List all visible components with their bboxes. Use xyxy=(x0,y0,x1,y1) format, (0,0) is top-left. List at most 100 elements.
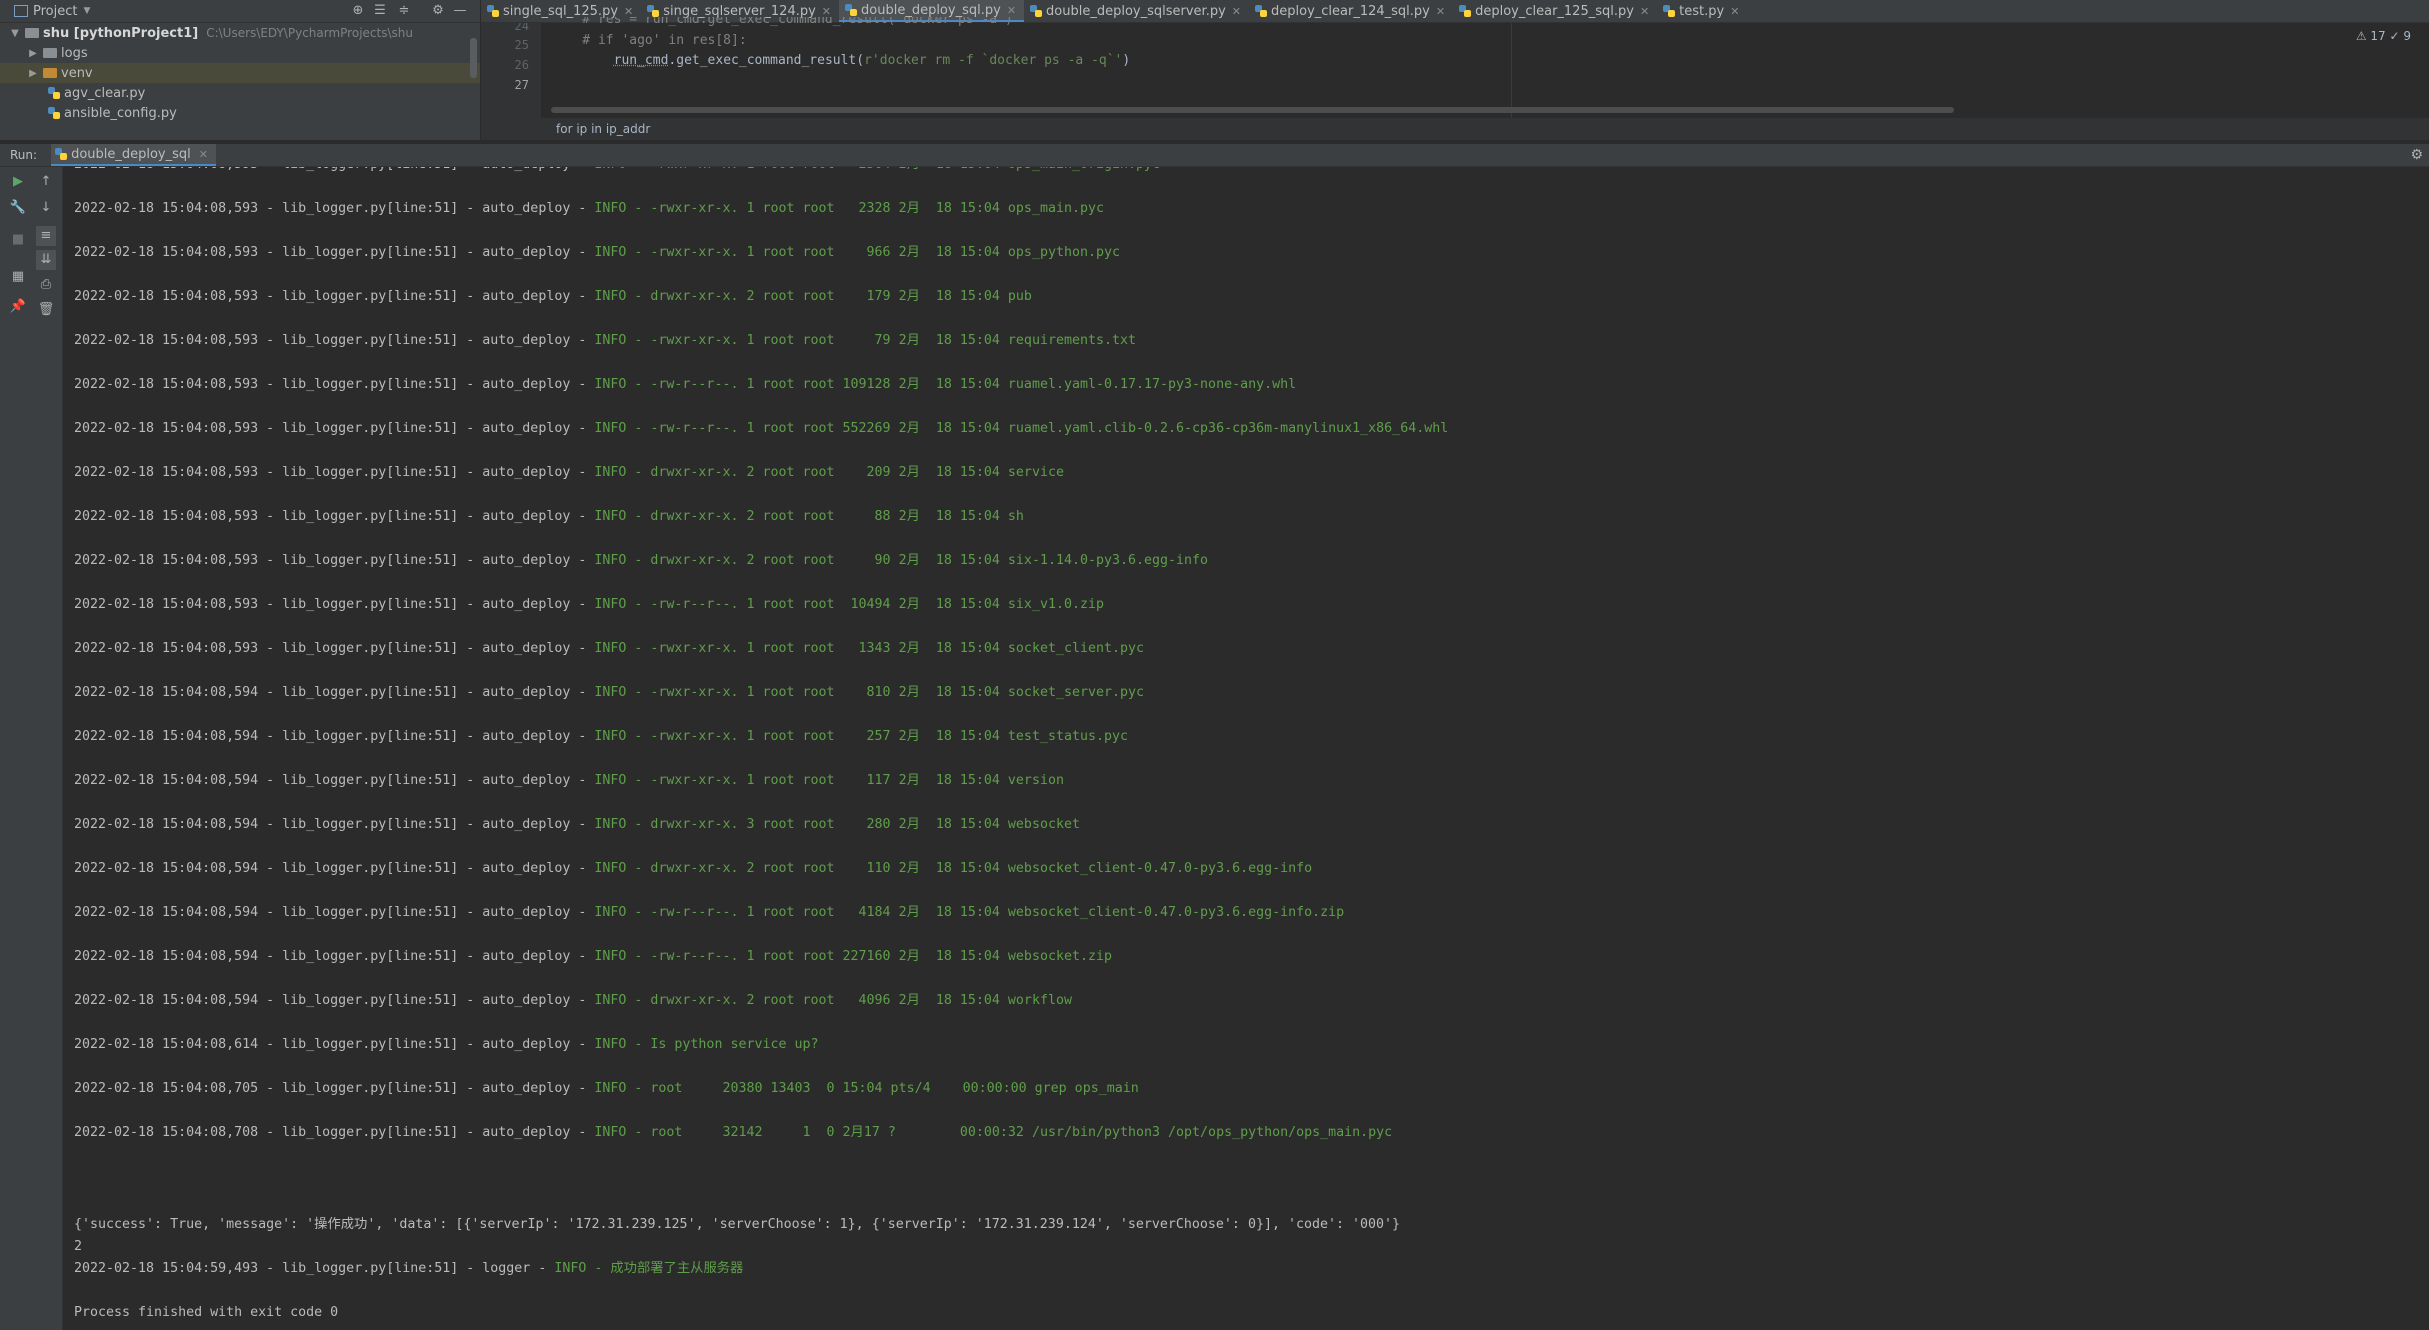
log-timestamp: 2022-02-18 15:04:08,593 xyxy=(74,421,259,436)
close-icon[interactable]: ✕ xyxy=(822,5,831,18)
log-source: - lib_logger.py[line:51] - auto_deploy - xyxy=(258,201,595,216)
log-line: 2022-02-18 15:04:08,593 - lib_logger.py[… xyxy=(74,552,1208,570)
trash-icon[interactable]: 🗑 xyxy=(36,300,56,320)
tree-item-logs[interactable]: ▶ logs xyxy=(0,43,480,63)
tab-test[interactable]: test.py ✕ xyxy=(1657,0,1747,22)
scroll-up-icon[interactable]: ↑ xyxy=(36,172,56,192)
close-icon[interactable]: ✕ xyxy=(1640,5,1649,18)
log-line: 2022-02-18 15:04:08,593 - lib_logger.py[… xyxy=(74,420,1448,438)
log-timestamp: 2022-02-18 15:04:08,593 xyxy=(74,465,259,480)
tree-item-file[interactable]: agv_clear.py xyxy=(0,83,480,103)
tab-deploy-clear-125-sql[interactable]: deploy_clear_125_sql.py ✕ xyxy=(1453,0,1657,22)
log-line: 2022-02-18 15:04:08,593 - lib_logger.py[… xyxy=(74,167,1160,174)
log-line: 2022-02-18 15:04:08,594 - lib_logger.py[… xyxy=(74,860,1312,878)
code-paren: ) xyxy=(1122,53,1131,68)
run-config-tab[interactable]: double_deploy_sql ✕ xyxy=(51,144,216,166)
tree-item-venv[interactable]: ▶ venv xyxy=(0,63,480,83)
log-message: INFO - drwxr-xr-x. 3 root root 280 2月 18… xyxy=(594,817,1080,832)
log-message: INFO - drwxr-xr-x. 2 root root 209 2月 18… xyxy=(594,465,1064,480)
python-file-icon xyxy=(48,87,60,99)
log-timestamp: 2022-02-18 15:04:08,594 xyxy=(74,905,259,920)
log-message: INFO - -rwxr-xr-x. 1 root root 2504 2月 1… xyxy=(594,167,1160,172)
breadcrumb[interactable]: for ip in ip_addr xyxy=(481,118,2429,140)
run-toolbar: ▶ ↑ 🔧 ↓ ■ ≡ ⇊ ▦ ⎙ 📌 🗑 xyxy=(0,167,63,1330)
line-number: 26 xyxy=(514,58,529,72)
print-icon[interactable]: ⎙ xyxy=(36,275,56,295)
tab-label: test.py xyxy=(1679,3,1725,19)
python-file-icon xyxy=(845,4,858,16)
log-line: 2022-02-18 15:04:08,593 - lib_logger.py[… xyxy=(74,200,1104,218)
project-header: Project ▼ ⊕ ☰ ≑ ⚙ — xyxy=(0,0,480,23)
close-icon[interactable]: ✕ xyxy=(1007,4,1016,17)
hide-icon[interactable]: — xyxy=(452,3,468,19)
breadcrumb-item[interactable]: for ip in ip_addr xyxy=(481,122,650,136)
soft-wrap-icon[interactable]: ≡ xyxy=(36,226,56,246)
inspection-widget[interactable]: ⚠ 17 ✓ 9 xyxy=(2356,29,2411,43)
gear-icon[interactable]: ⚙ xyxy=(430,3,446,19)
close-icon[interactable]: ✕ xyxy=(624,5,633,18)
python-file-icon xyxy=(1459,5,1472,17)
layout-icon[interactable]: ▦ xyxy=(8,267,28,287)
close-icon[interactable]: ✕ xyxy=(1436,5,1445,18)
log-source: - lib_logger.py[line:51] - auto_deploy - xyxy=(258,1125,595,1140)
chevron-right-icon[interactable]: ▶ xyxy=(26,68,40,79)
line-gutter: 24 25 26 27 xyxy=(481,23,541,118)
log-source: - lib_logger.py[line:51] - auto_deploy - xyxy=(258,465,595,480)
chevron-down-icon[interactable]: ▼ xyxy=(83,6,90,16)
editor-horizontal-scrollbar[interactable] xyxy=(551,107,1954,113)
log-source: - lib_logger.py[line:51] - logger - xyxy=(258,1261,555,1276)
chevron-down-icon[interactable]: ▼ xyxy=(8,28,22,39)
run-label: Run: xyxy=(10,148,38,162)
log-message: INFO - drwxr-xr-x. 2 root root 4096 2月 1… xyxy=(594,993,1072,1008)
gear-icon[interactable]: ⚙ xyxy=(2410,147,2423,163)
scroll-down-icon[interactable]: ↓ xyxy=(36,198,56,218)
line-number: 27 xyxy=(514,78,529,92)
tab-double-deploy-sqlserver[interactable]: double_deploy_sqlserver.py ✕ xyxy=(1024,0,1249,22)
log-line: 2022-02-18 15:04:08,594 - lib_logger.py[… xyxy=(74,684,1144,702)
code-string: r'docker rm -f `docker ps -a -q`' xyxy=(864,53,1123,68)
log-source: - lib_logger.py[line:51] - auto_deploy - xyxy=(258,729,595,744)
python-file-icon xyxy=(1030,5,1043,17)
log-line: 2022-02-18 15:04:08,705 - lib_logger.py[… xyxy=(74,1080,1139,1098)
line-number: 24 xyxy=(514,23,529,33)
log-source: - lib_logger.py[line:51] - auto_deploy - xyxy=(258,245,595,260)
log-message: INFO - root 20380 13403 0 15:04 pts/4 00… xyxy=(594,1081,1139,1096)
project-panel: Project ▼ ⊕ ☰ ≑ ⚙ — ▼ shu [pythonProject… xyxy=(0,0,480,140)
log-message: INFO - drwxr-xr-x. 2 root root 88 2月 18 … xyxy=(594,509,1024,524)
run-console[interactable]: 2022-02-18 15:04:08,593 - lib_logger.py[… xyxy=(63,167,2429,1330)
project-title[interactable]: Project xyxy=(33,4,77,19)
expand-all-icon[interactable]: ☰ xyxy=(372,3,388,19)
close-icon[interactable]: ✕ xyxy=(199,148,208,161)
tree-item-file[interactable]: ansible_config.py xyxy=(0,103,480,123)
stop-icon[interactable]: ■ xyxy=(8,230,28,250)
wrench-icon[interactable]: 🔧 xyxy=(8,198,28,218)
scroll-to-end-icon[interactable]: ⇊ xyxy=(36,250,56,270)
right-margin-guide xyxy=(1511,23,1512,118)
log-source: - lib_logger.py[line:51] - auto_deploy - xyxy=(258,333,595,348)
tab-deploy-clear-124-sql[interactable]: deploy_clear_124_sql.py ✕ xyxy=(1249,0,1453,22)
tree-item-label: venv xyxy=(61,65,93,81)
log-line: 2022-02-18 15:04:08,594 - lib_logger.py[… xyxy=(74,728,1128,746)
pin-icon[interactable]: 📌 xyxy=(8,297,28,317)
log-source: - lib_logger.py[line:51] - auto_deploy - xyxy=(258,993,595,1008)
log-message: INFO - -rw-r--r--. 1 root root 10494 2月 … xyxy=(594,597,1104,612)
rerun-icon[interactable]: ▶ xyxy=(8,172,28,192)
close-icon[interactable]: ✕ xyxy=(1730,5,1739,18)
collapse-all-icon[interactable]: ≑ xyxy=(396,3,412,19)
folder-excluded-icon xyxy=(43,68,57,78)
project-scrollbar[interactable] xyxy=(470,38,477,78)
log-message: INFO - Is python service up? xyxy=(594,1037,819,1052)
tree-root[interactable]: ▼ shu [pythonProject1] C:\Users\EDY\Pych… xyxy=(0,23,480,43)
tree-root-path: C:\Users\EDY\PycharmProjects\shu xyxy=(206,26,413,40)
code-line: run_cmd.get_exec_command_result(r'docker… xyxy=(551,51,1131,71)
locate-icon[interactable]: ⊕ xyxy=(350,3,366,19)
log-line: 2022-02-18 15:04:08,594 - lib_logger.py[… xyxy=(74,816,1080,834)
code-editor[interactable]: 24 25 26 27 # res = run_cmd.get_exec_com… xyxy=(481,17,2429,140)
chevron-right-icon[interactable]: ▶ xyxy=(26,48,40,59)
log-timestamp: 2022-02-18 15:04:08,705 xyxy=(74,1081,259,1096)
tree-item-label: ansible_config.py xyxy=(64,105,177,121)
close-icon[interactable]: ✕ xyxy=(1232,5,1241,18)
log-timestamp: 2022-02-18 15:04:08,594 xyxy=(74,773,259,788)
log-line: 2022-02-18 15:04:08,593 - lib_logger.py[… xyxy=(74,640,1144,658)
